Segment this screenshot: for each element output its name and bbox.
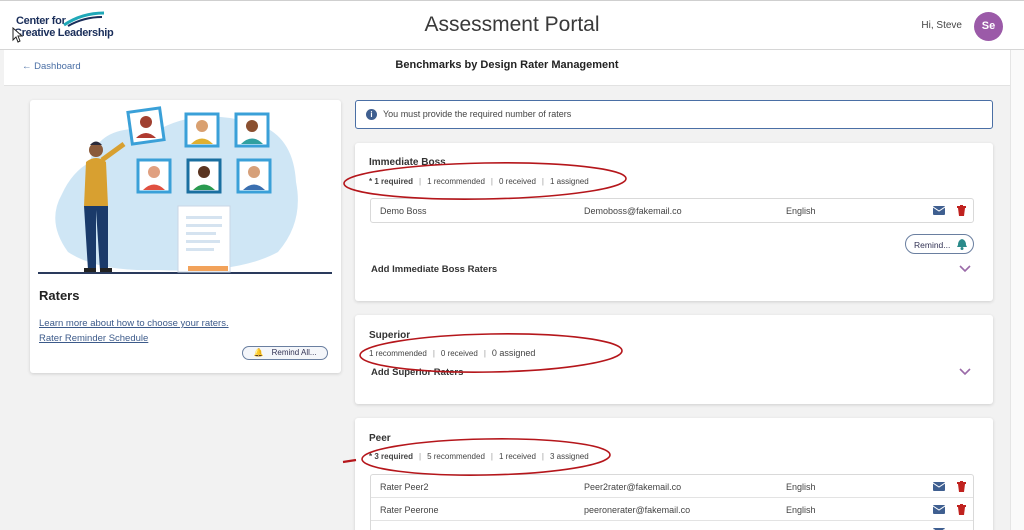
sub-header: ← Dashboard Benchmarks by Design Rater M… [4,50,1010,86]
section-immediate-boss: Immediate Boss * 1 required | 1 recommende… [355,143,993,301]
rater-language: English [786,505,816,515]
meta-received: 0 received [440,349,478,358]
raters-info-card: Raters Learn more about how to choose yo… [30,100,341,373]
page-title: Benchmarks by Design Rater Management [395,59,619,71]
meta-assigned: 1 assigned [549,177,589,186]
table-row: Rater Peerone peeronerater@fakemail.co E… [371,498,973,521]
scrollbar[interactable] [1010,50,1024,530]
add-superior-raters[interactable]: Add Superior Raters [371,367,463,378]
bell-icon: 🔔 [253,348,264,357]
meta-recommended: 5 recommended [427,452,485,461]
table-row: Demo Boss Demoboss@fakemail.co English [371,199,973,222]
rater-language: English [786,206,816,216]
meta-required: * 1 required [369,177,414,186]
trash-icon[interactable] [957,481,966,492]
meta-received: 1 received [498,452,536,461]
rater-name: Demo Boss [380,206,427,216]
trash-icon[interactable] [957,205,966,216]
section-superior: Superior 1 recommended | 0 received | 0 assi… [355,315,993,404]
table-row: Rater Peer2 Peer2rater@fakemail.co Engli… [371,475,973,498]
trash-icon[interactable] [957,504,966,515]
rater-name: Rater Peerone [380,505,439,515]
app-header: Center for Creative Leadership Assessmen… [0,0,1024,50]
info-banner: i You must provide the required number o… [355,100,993,129]
chevron-down-icon[interactable] [959,368,971,376]
reminder-schedule-link[interactable]: Rater Reminder Schedule [39,333,148,344]
info-icon: i [366,109,377,120]
section-title: Peer [369,433,391,444]
learn-more-link[interactable]: Learn more about how to choose your rate… [39,318,229,329]
remind-button[interactable]: Remind... [905,234,974,254]
section-title: Superior [369,330,411,341]
meta-assigned: 3 assigned [549,452,589,461]
info-text: You must provide the required number of … [383,109,572,119]
section-title: Immediate Boss [369,157,446,168]
rater-list: Rater Peer2 Peer2rater@fakemail.co Engli… [370,474,974,530]
mail-icon[interactable] [933,206,945,215]
remind-label: Remind... [914,240,951,250]
table-row-partial [371,521,973,530]
meta-assigned: 0 assigned [491,348,536,358]
rater-email: Demoboss@fakemail.co [584,206,682,216]
meta-recommended: 1 recommended [427,177,485,186]
user-greeting: Hi, Steve [921,20,962,31]
bell-icon [957,239,967,250]
remind-all-label: Remind All... [271,348,317,357]
remind-all-button[interactable]: 🔔 Remind All... [242,346,328,360]
user-avatar[interactable]: Se [974,12,1003,41]
mail-icon[interactable] [933,482,945,491]
chevron-down-icon[interactable] [959,265,971,273]
rater-list: Demo Boss Demoboss@fakemail.co English [370,198,974,223]
section-peer: Peer * 3 required | 5 recommended | 1 receiv… [355,418,993,530]
rater-language: English [786,482,816,492]
section-meta: 1 recommended | 0 received | 0 assigned [369,348,536,358]
meta-recommended: 1 recommended [369,349,427,358]
rater-name: Rater Peer2 [380,482,429,492]
meta-required: * 3 required [369,452,414,461]
meta-received: 0 received [498,177,536,186]
portal-title: Assessment Portal [424,13,600,36]
mail-icon[interactable] [933,505,945,514]
add-immediate-boss-raters[interactable]: Add Immediate Boss Raters [371,264,497,275]
section-meta: * 1 required | 1 recommended | 0 received | 1 … [369,177,589,186]
raters-title: Raters [39,288,80,303]
rater-email: peeronerater@fakemail.co [584,505,691,515]
section-meta: * 3 required | 5 recommended | 1 received | 3 … [369,452,589,461]
raters-illustration [38,106,332,274]
rater-email: Peer2rater@fakemail.co [584,482,682,492]
